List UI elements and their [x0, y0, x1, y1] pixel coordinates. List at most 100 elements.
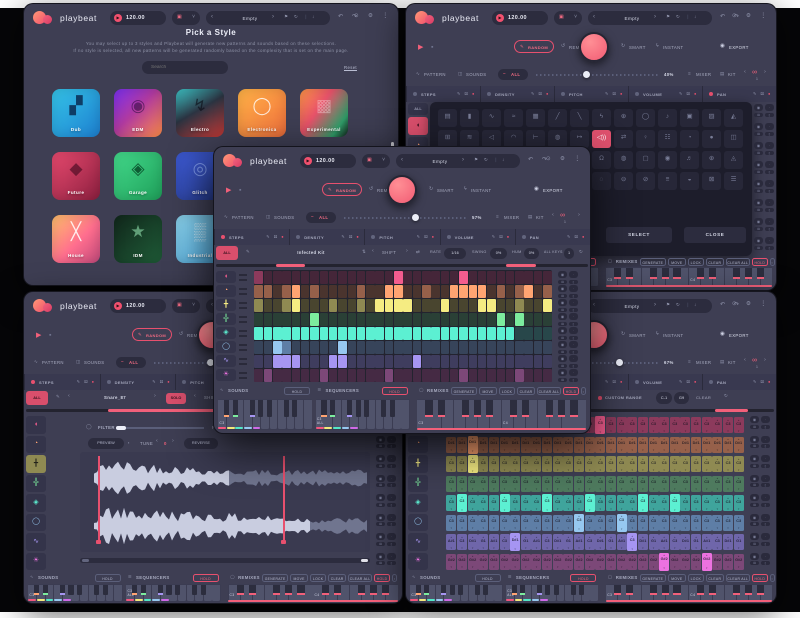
row-lock-icon[interactable]: ▯ [761, 464, 770, 468]
step-cell[interactable] [431, 271, 440, 284]
step-cell[interactable] [450, 327, 459, 340]
sample-icon-tile[interactable]: ▮ [460, 109, 479, 127]
remix-extra-button[interactable]: ▫ [392, 574, 397, 583]
step-cell[interactable] [310, 355, 319, 368]
step-cell[interactable] [329, 271, 338, 284]
black-key[interactable] [297, 585, 304, 595]
bpm-display[interactable]: ▶120.00 [110, 299, 166, 313]
pitch-cell[interactable]: ▴C3▾ [446, 515, 456, 531]
black-key[interactable] [267, 400, 272, 417]
step-cell[interactable] [254, 369, 263, 382]
remix-extra-button[interactable]: ▫ [770, 258, 775, 267]
pitch-cell[interactable]: ▴C3▾ [734, 417, 744, 433]
smart-button[interactable]: SMART [629, 333, 646, 338]
pitch-cell[interactable]: ▴G#2▾ [510, 554, 520, 570]
step-cell[interactable] [524, 299, 533, 312]
pitch-cell[interactable]: ▴D#1▾ [691, 437, 701, 453]
pitch-cell[interactable]: ▴G#2▾ [627, 554, 637, 570]
black-key[interactable] [438, 400, 445, 417]
pitch-cell[interactable]: ▴D#1▾ [446, 437, 456, 453]
black-key[interactable] [416, 585, 421, 595]
sample-icon-tile[interactable]: ⊕ [614, 109, 633, 127]
row-speaker-icon[interactable]: ◉ [558, 271, 567, 278]
preset-browser[interactable]: ‹Empty›⚑↻❘↓ [206, 11, 330, 25]
sample-icon-tile[interactable]: ⊕ [702, 151, 721, 169]
pitch-cell[interactable]: ▴C3▾ [712, 476, 722, 492]
flam-refresh-icon[interactable]: ↻ [579, 250, 583, 255]
pitch-cell[interactable]: ▴C3▾ [702, 495, 712, 511]
pitch-cell[interactable]: ▴C3▾ [702, 515, 712, 531]
step-cell[interactable] [320, 299, 329, 312]
black-key[interactable] [745, 585, 752, 595]
step-cell[interactable] [357, 355, 366, 368]
step-cell[interactable] [320, 285, 329, 298]
step-cell[interactable] [422, 327, 431, 340]
pitch-cell[interactable]: ▴C3▾ [649, 417, 659, 433]
step-cell[interactable] [301, 355, 310, 368]
row-lock-icon[interactable]: ▯ [765, 113, 774, 117]
row-speaker-icon[interactable]: ◉ [754, 180, 763, 187]
kit-button[interactable]: KIT [728, 360, 736, 365]
row-dice-icon[interactable]: ⚄ [558, 294, 567, 298]
gear-icon[interactable]: ⚙ [560, 157, 565, 163]
black-key[interactable] [554, 585, 559, 595]
view-dropdown[interactable]: ▣˅ [172, 11, 200, 25]
step-cell[interactable] [394, 299, 403, 312]
sample-icon-tile[interactable]: ╱ [548, 109, 567, 127]
row-mute-icon[interactable]: ∙ [761, 514, 770, 521]
remix-lock-button[interactable]: LOCK [310, 574, 326, 583]
sample-icon-tile[interactable]: ▣ [680, 109, 699, 127]
row-speaker-icon[interactable]: ◉ [376, 533, 385, 540]
remix-hold-button[interactable]: HOLD [752, 258, 768, 267]
black-key[interactable] [141, 585, 146, 595]
sample-icon-tile[interactable]: ◉ [658, 151, 677, 169]
gear-icon[interactable]: ⚙ [746, 14, 751, 20]
step-cell[interactable] [459, 313, 468, 326]
pitch-cell[interactable]: ▴C3▾ [649, 515, 659, 531]
stop-button[interactable]: ▪ [49, 332, 51, 339]
pitch-cell[interactable]: ▴C3▾ [712, 495, 722, 511]
tab-density[interactable]: DENSITY✎⚄● [100, 374, 176, 390]
black-key[interactable] [250, 400, 255, 417]
channel-tile-6[interactable]: ◯ [26, 514, 46, 532]
sample-icon-tile[interactable]: ⊖ [614, 172, 633, 190]
shift-prev-icon[interactable]: ‹ [194, 394, 196, 399]
remix-generate-button[interactable]: GENERATE [451, 387, 477, 396]
pitch-cell[interactable]: ▴C3▾ [649, 495, 659, 511]
row-speaker-icon[interactable]: ◉ [754, 142, 763, 149]
step-cell[interactable] [524, 341, 533, 354]
pitch-cell[interactable]: ▴G1▾ [691, 534, 701, 550]
style-tile-edm[interactable]: ◉EDM [114, 89, 162, 137]
pitch-cell[interactable]: ▴C3▾ [670, 476, 680, 492]
step-cell[interactable] [366, 313, 375, 326]
step-cell[interactable] [403, 355, 412, 368]
stop-button[interactable]: ▪ [431, 44, 433, 51]
step-cell[interactable] [357, 341, 366, 354]
black-key[interactable] [733, 268, 740, 279]
step-cell[interactable] [403, 369, 412, 382]
row-dice-icon[interactable]: ⚄ [558, 364, 567, 368]
step-cell[interactable] [459, 341, 468, 354]
black-key[interactable] [77, 585, 82, 595]
pitch-cell[interactable]: ▴D#1▾ [574, 437, 584, 453]
pitch-cell[interactable]: ▴C3▾ [521, 456, 531, 472]
step-cell[interactable] [254, 313, 263, 326]
step-cell[interactable] [478, 285, 487, 298]
pitch-cell[interactable]: ▴G#2▾ [670, 554, 680, 570]
step-cell[interactable] [264, 341, 273, 354]
pitch-cell[interactable]: ▴A#1▾ [617, 534, 627, 550]
pattern-toggle[interactable]: PATTERN [42, 360, 64, 365]
row-dice-icon[interactable]: ⚄ [558, 378, 567, 382]
tab-density[interactable]: DENSITY✎⚄● [480, 86, 554, 102]
black-key[interactable] [390, 400, 395, 417]
view-dropdown[interactable]: ▣˅ [172, 299, 200, 313]
pitch-cell[interactable]: ▴C3▾ [734, 456, 744, 472]
step-cell[interactable] [469, 271, 478, 284]
refresh-icon[interactable]: ↻ [676, 303, 680, 308]
tune-prev-icon[interactable]: ‹ [156, 439, 158, 444]
row-lock-icon[interactable]: ▯ [765, 227, 774, 231]
step-cell[interactable] [348, 327, 357, 340]
step-cell[interactable] [478, 271, 487, 284]
remix-hold-button[interactable]: HOLD [374, 574, 390, 583]
black-key[interactable] [662, 585, 669, 595]
